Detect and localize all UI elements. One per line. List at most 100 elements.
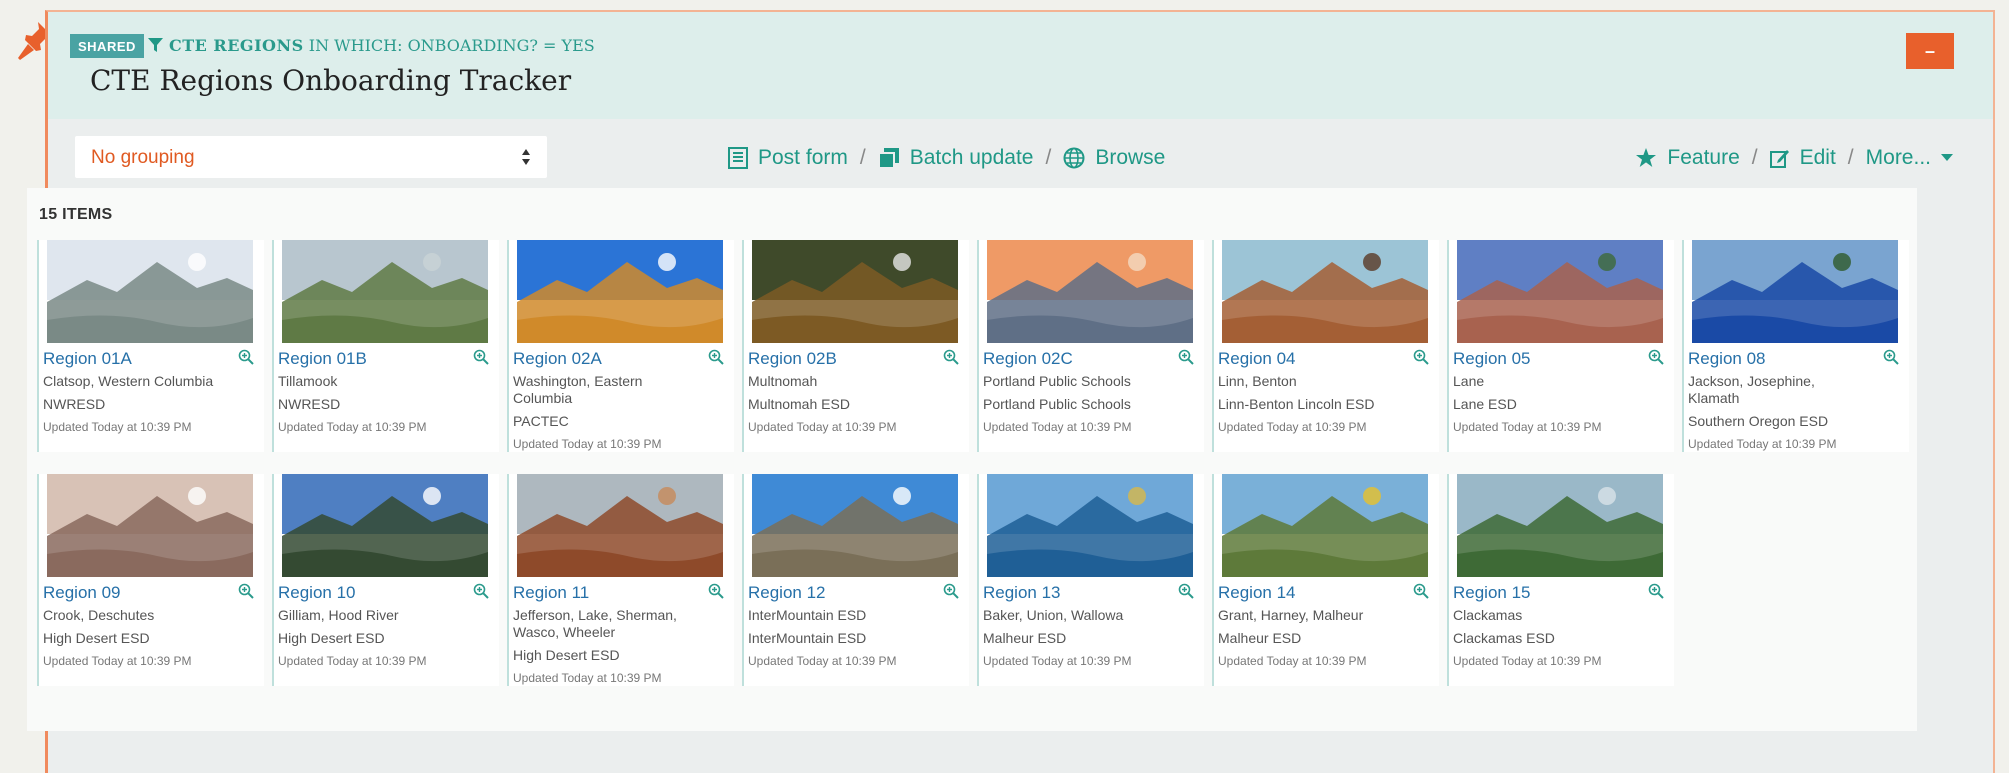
region-name: Region 15: [1453, 583, 1531, 602]
region-name: Region 02B: [748, 349, 837, 368]
region-photo[interactable]: [1457, 474, 1663, 577]
gallery-card[interactable]: Region 11 Jefferson, Lake, Sherman, Wasco…: [507, 474, 734, 686]
card-title[interactable]: Region 08: [1688, 349, 1909, 369]
region-name: Region 14: [1218, 583, 1296, 602]
card-title[interactable]: Region 12: [748, 583, 969, 603]
feature-label: Feature: [1667, 146, 1740, 169]
region-counties: Jackson, Josephine, Klamath: [1688, 373, 1815, 406]
zoom-in-icon[interactable]: [1178, 583, 1194, 599]
region-counties: Tillamook: [278, 373, 338, 389]
card-title[interactable]: Region 10: [278, 583, 499, 603]
browse-link[interactable]: Browse: [1063, 146, 1165, 170]
region-photo[interactable]: [517, 240, 723, 343]
gallery-card[interactable]: Region 02B Multnomah Multnomah ESD Updated …: [742, 240, 969, 452]
zoom-in-icon[interactable]: [1413, 583, 1429, 599]
gallery-card[interactable]: Region 09 Crook, Deschutes High Desert ESD…: [37, 474, 264, 686]
card-title[interactable]: Region 02A: [513, 349, 734, 369]
zoom-in-icon[interactable]: [1178, 349, 1194, 365]
region-photo[interactable]: [752, 474, 958, 577]
copy-icon: [877, 148, 899, 169]
region-esd: NWRESD: [43, 396, 106, 412]
region-esd: High Desert ESD: [278, 630, 385, 646]
region-photo[interactable]: [987, 240, 1193, 343]
region-esd: Malheur ESD: [1218, 630, 1302, 646]
batch-update-link[interactable]: Batch update: [877, 146, 1033, 170]
region-counties: Lane: [1453, 373, 1485, 389]
region-photo[interactable]: [282, 240, 488, 343]
gallery-card[interactable]: Region 08 Jackson, Josephine, Klamath Sout…: [1682, 240, 1909, 452]
region-esd: Clackamas ESD: [1453, 630, 1555, 646]
region-name: Region 08: [1688, 349, 1766, 368]
region-photo[interactable]: [1457, 240, 1663, 343]
edit-link[interactable]: Edit: [1769, 146, 1836, 170]
zoom-in-icon[interactable]: [943, 349, 959, 365]
page-title: CTE Regions Onboarding Tracker: [90, 64, 572, 97]
region-photo[interactable]: [517, 474, 723, 577]
feature-link[interactable]: Feature: [1635, 146, 1740, 170]
globe-icon: [1063, 147, 1085, 169]
gallery-card[interactable]: Region 04 Linn, Benton Linn-Benton Lincoln…: [1212, 240, 1439, 452]
zoom-in-icon[interactable]: [238, 583, 254, 599]
region-photo[interactable]: [752, 240, 958, 343]
gallery-card[interactable]: Region 02A Washington, Eastern Columbia PA…: [507, 240, 734, 452]
zoom-in-icon[interactable]: [473, 349, 489, 365]
separator: /: [1847, 146, 1854, 169]
card-title[interactable]: Region 02C: [983, 349, 1204, 369]
gallery-card[interactable]: Region 05 Lane Lane ESD Updated Today at 10…: [1447, 240, 1674, 452]
zoom-in-icon[interactable]: [1883, 349, 1899, 365]
caret-down-icon: [1941, 154, 1953, 161]
grouping-select[interactable]: No grouping: [75, 136, 547, 178]
card-title[interactable]: Region 05: [1453, 349, 1674, 369]
filter-summary[interactable]: CTE REGIONS IN WHICH: ONBOARDING? = YES: [148, 36, 595, 55]
region-name: Region 01B: [278, 349, 367, 368]
region-esd: InterMountain ESD: [748, 630, 867, 646]
zoom-in-icon[interactable]: [943, 583, 959, 599]
region-counties: Gilliam, Hood River: [278, 607, 399, 623]
card-title[interactable]: Region 02B: [748, 349, 969, 369]
collapse-button[interactable]: –: [1906, 33, 1954, 69]
post-form-link[interactable]: Post form: [728, 146, 848, 170]
gallery-card[interactable]: Region 12 InterMountain ESD InterMountain …: [742, 474, 969, 686]
region-photo[interactable]: [282, 474, 488, 577]
more-dropdown[interactable]: More...: [1866, 146, 1953, 170]
region-name: Region 02C: [983, 349, 1073, 368]
zoom-in-icon[interactable]: [1648, 583, 1664, 599]
more-label: More...: [1865, 146, 1931, 169]
region-photo[interactable]: [1222, 474, 1428, 577]
region-esd: Linn-Benton Lincoln ESD: [1218, 396, 1375, 412]
gallery-card[interactable]: Region 13 Baker, Union, Wallowa Malheur ES…: [977, 474, 1204, 686]
region-esd: Southern Oregon ESD: [1688, 413, 1829, 429]
region-photo[interactable]: [987, 474, 1193, 577]
card-title[interactable]: Region 09: [43, 583, 264, 603]
shared-badge: SHARED: [70, 34, 144, 58]
region-photo[interactable]: [1222, 240, 1428, 343]
gallery-card[interactable]: Region 01B Tillamook NWRESD Updated Today a…: [272, 240, 499, 452]
region-name: Region 05: [1453, 349, 1531, 368]
updated-timestamp: Updated Today at 10:39 PM: [983, 420, 1132, 434]
card-title[interactable]: Region 15: [1453, 583, 1674, 603]
card-title[interactable]: Region 11: [513, 583, 734, 603]
card-title[interactable]: Region 01A: [43, 349, 264, 369]
card-title[interactable]: Region 01B: [278, 349, 499, 369]
zoom-in-icon[interactable]: [1413, 349, 1429, 365]
gallery-card[interactable]: Region 10 Gilliam, Hood River High Desert …: [272, 474, 499, 686]
region-photo[interactable]: [47, 240, 253, 343]
zoom-in-icon[interactable]: [1648, 349, 1664, 365]
zoom-in-icon[interactable]: [708, 583, 724, 599]
region-esd: Lane ESD: [1453, 396, 1517, 412]
region-photo[interactable]: [47, 474, 253, 577]
card-title[interactable]: Region 14: [1218, 583, 1439, 603]
zoom-in-icon[interactable]: [708, 349, 724, 365]
card-title[interactable]: Region 04: [1218, 349, 1439, 369]
gallery-card[interactable]: Region 14 Grant, Harney, Malheur Malheur E…: [1212, 474, 1439, 686]
zoom-in-icon[interactable]: [238, 349, 254, 365]
region-counties: Washington, Eastern Columbia: [513, 373, 643, 406]
region-photo[interactable]: [1692, 240, 1898, 343]
gallery-card[interactable]: Region 02C Portland Public Schools Portlan…: [977, 240, 1204, 452]
gallery-card[interactable]: Region 01A Clatsop, Western Columbia NWRES…: [37, 240, 264, 452]
card-title[interactable]: Region 13: [983, 583, 1204, 603]
gallery-card[interactable]: Region 15 Clackamas Clackamas ESD Updated T…: [1447, 474, 1674, 686]
zoom-in-icon[interactable]: [473, 583, 489, 599]
updated-timestamp: Updated Today at 10:39 PM: [1218, 420, 1367, 434]
region-esd: Malheur ESD: [983, 630, 1067, 646]
